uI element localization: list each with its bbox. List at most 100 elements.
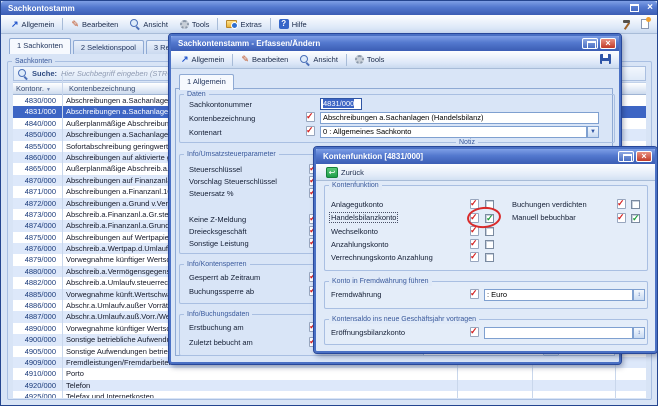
row-kontonr: 4871/000 <box>13 186 59 197</box>
menu-hilfe[interactable]: Hilfe <box>273 17 313 31</box>
restore-icon[interactable] <box>630 4 639 12</box>
sachkontonummer-input[interactable]: 4831/000 <box>320 98 362 110</box>
row-kontonr: 4909/000 <box>13 357 59 368</box>
group-caption: Konto in Fremdwährung führen <box>329 278 432 286</box>
menu-allgemein[interactable]: ↗ Allgemein <box>175 53 230 66</box>
buchungen-verdichten-checkbox[interactable] <box>631 200 640 209</box>
menu-tools[interactable]: Tools <box>349 53 391 66</box>
kontenart-label: Kontenart <box>189 128 222 137</box>
wechselkonto-label: Wechselkonto <box>331 227 378 236</box>
edit-titlebar[interactable]: Sachkontenstamm - Erfassen/Ändern <box>171 36 619 51</box>
spinner-icon[interactable]: ↕ <box>633 327 645 339</box>
row-kontenbezeichnung: Fremdleistungen/Fremdarbeiten <box>59 357 173 368</box>
gear-icon <box>180 20 189 29</box>
row-kontonr: 4850/000 <box>13 129 59 140</box>
arrow-icon: ↗ <box>11 20 19 29</box>
close-button[interactable] <box>600 38 616 49</box>
field-check-icon[interactable] <box>470 289 479 299</box>
save-icon[interactable] <box>600 54 611 64</box>
menu-tools[interactable]: Tools <box>174 18 216 31</box>
handelsbilanzkonto-label: Handelsbilanzkonto <box>330 213 397 222</box>
row-kontonr: 4873/000 <box>13 209 59 220</box>
verrechnungskonto-checkbox[interactable] <box>485 253 494 262</box>
field-check-icon[interactable] <box>617 213 626 223</box>
close-button[interactable] <box>636 151 652 162</box>
main-titlebar[interactable]: Sachkontostamm × <box>1 1 657 15</box>
row-kontenbezeichnung: Vorwegnahme künft.Wertschwank <box>59 289 179 300</box>
row-kontonr: 4925/000 <box>13 391 59 398</box>
tab-sachkonten[interactable]: 1 Sachkonten <box>9 38 71 54</box>
row-kontenbezeichnung: Außerplanmäßige Abschreibungen <box>59 118 182 129</box>
field-check-icon[interactable] <box>306 126 315 136</box>
field-check-icon[interactable] <box>470 252 479 262</box>
sort-desc-icon: ▼ <box>46 87 51 93</box>
buchungen-verdichten-label: Buchungen verdichten <box>512 200 587 209</box>
menu-allgemein[interactable]: ↗ Allgemein <box>5 18 60 31</box>
manuell-bebuchbar-label: Manuell bebuchbar <box>512 213 576 222</box>
row-kontonr: 4870/000 <box>13 175 59 186</box>
tab-selektionspool[interactable]: 2 Selektionspool <box>73 40 144 54</box>
row-kontonr: 4885/000 <box>13 289 59 300</box>
new-page-icon[interactable] <box>641 19 649 29</box>
toolbar-separator <box>232 54 233 66</box>
toolbar-separator <box>270 18 271 30</box>
eroeffnungsbilanzkonto-label: Eröffnungsbilanzkonto <box>331 328 405 337</box>
field-check-icon[interactable] <box>470 239 479 249</box>
row-kontonr: 4887/000 <box>13 311 59 322</box>
gear-icon <box>355 55 364 64</box>
row-kontenbezeichnung: Abschreibungen auf aktivierte ge <box>59 152 175 163</box>
erstbuchung-label: Erstbuchung am <box>189 323 244 332</box>
vorschlag-steuerschluessel-label: Vorschlag Steuerschlüssel <box>189 177 277 186</box>
arrow-icon: ↗ <box>181 55 189 64</box>
spinner-icon[interactable]: ↕ <box>633 289 645 301</box>
anzahlungskonto-checkbox[interactable] <box>485 240 494 249</box>
column-kontonr[interactable]: Kontonr. ▼ <box>13 83 62 94</box>
row-kontenbezeichnung: Abschreibungen a.Sachanlagen a. <box>59 129 181 140</box>
verrechnungskonto-label: Verrechnungskonto Anzahlung <box>331 253 433 262</box>
steuerschluessel-label: Steuerschlüssel <box>189 165 242 174</box>
tab-allgemein[interactable]: 1 Allgemein <box>179 74 234 90</box>
fremdwaehrung-select[interactable]: : Euro <box>484 289 633 301</box>
menu-bearbeiten[interactable]: ✎ Bearbeiten <box>65 18 124 31</box>
notiz-caption: Notiz <box>456 139 478 147</box>
field-check-icon[interactable] <box>470 327 479 337</box>
row-kontenbezeichnung: Abschreib.a.Vermögensgegenst.d <box>59 266 179 277</box>
search-label: Suche: <box>32 69 57 78</box>
kontenart-select[interactable]: 0 : Allgemeines Sachkonto <box>320 126 587 138</box>
menu-bearbeiten[interactable]: ✎ Bearbeiten <box>235 53 294 66</box>
dropdown-arrow-icon[interactable]: ▼ <box>587 126 599 138</box>
row-kontenbezeichnung: Sonstige betriebliche Aufwendung <box>59 334 179 345</box>
row-kontonr: 4880/000 <box>13 266 59 277</box>
close-icon[interactable]: × <box>647 2 653 14</box>
field-check-icon[interactable] <box>617 199 626 209</box>
kontenbezeichnung-label: Kontenbezeichnung <box>189 114 255 123</box>
row-kontonr: 4831/000 <box>13 106 59 117</box>
row-kontonr: 4882/000 <box>13 277 59 288</box>
row-kontonr: 4876/000 <box>13 243 59 254</box>
table-row[interactable]: 4910/000Porto <box>13 368 646 379</box>
menu-extras[interactable]: Extras <box>220 18 267 31</box>
manuell-bebuchbar-checkbox[interactable] <box>631 214 640 223</box>
row-kontenbezeichnung: Abschr.a.Umlaufv.außer Vorräten <box>59 300 176 311</box>
row-kontenbezeichnung: Abschreib.a.Wertpap.d.Umlaufve <box>59 243 176 254</box>
menu-ansicht[interactable]: Ansicht <box>124 17 174 31</box>
menu-ansicht[interactable]: Ansicht <box>294 53 344 67</box>
zurueck-button[interactable]: Zurück <box>320 165 370 180</box>
restore-button[interactable] <box>618 151 634 162</box>
field-check-icon[interactable] <box>306 112 315 122</box>
table-row[interactable]: 4925/000Telefax und Internetkosten <box>13 391 646 398</box>
row-kontonr: 4900/000 <box>13 334 59 345</box>
hammer-icon[interactable] <box>621 19 632 30</box>
row-kontonr: 4874/000 <box>13 220 59 231</box>
kontenfunktion-window: Kontenfunktion [4831/000] Zurück Kontenf… <box>314 147 657 353</box>
group-caption: Info/Kontensperren <box>184 261 250 269</box>
eroeffnungsbilanzkonto-select[interactable] <box>484 327 633 339</box>
wechselkonto-checkbox[interactable] <box>485 227 494 236</box>
group-caption: Kontenfunktion <box>329 182 382 190</box>
table-row[interactable]: 4920/000Telefon <box>13 380 646 391</box>
kontenbezeichnung-input[interactable]: Abschreibungen a.Sachanlagen (Handelsbil… <box>320 112 599 124</box>
func-titlebar[interactable]: Kontenfunktion [4831/000] <box>316 149 655 164</box>
help-icon <box>279 19 289 29</box>
restore-button[interactable] <box>582 38 598 49</box>
row-kontonr: 4855/000 <box>13 141 59 152</box>
